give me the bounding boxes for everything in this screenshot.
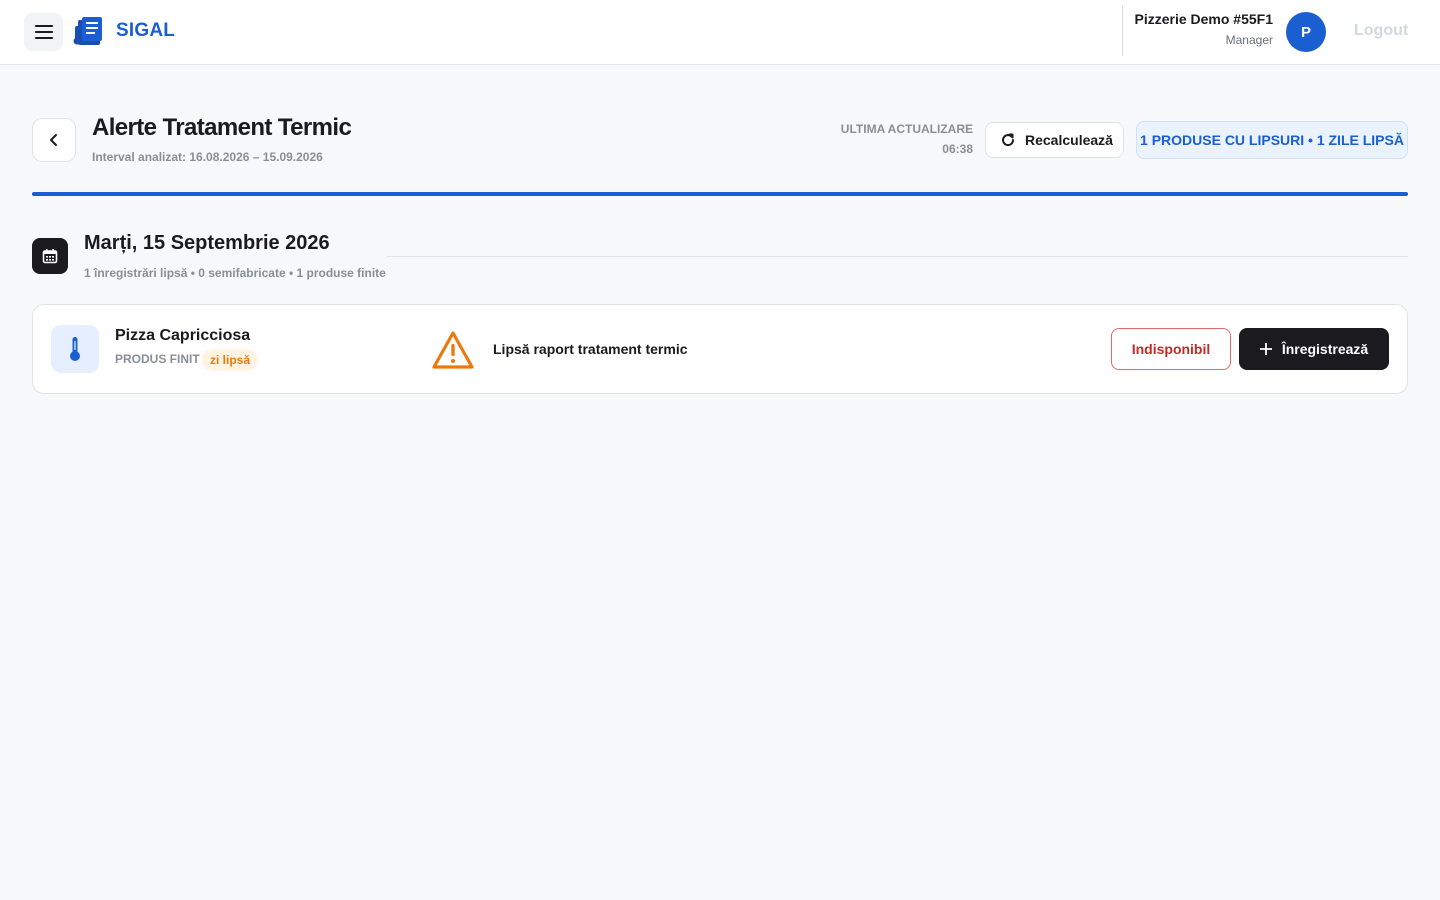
- last-update-label: ULTIMA ACTUALIZARE: [840, 122, 973, 136]
- page-subtitle: Interval analizat: 16.08.2026 – 15.09.20…: [92, 150, 323, 164]
- product-type: PRODUS FINIT: [115, 352, 200, 366]
- refresh-icon: [1002, 133, 1015, 147]
- logout-button[interactable]: Logout: [1354, 22, 1408, 40]
- alert-message: Lipsă raport tratament termic: [493, 341, 688, 357]
- page-title: Alerte Tratament Termic: [92, 114, 352, 141]
- top-bar: SIGAL Pizzerie Demo #55F1 Manager P Logo…: [0, 0, 1440, 65]
- day-title: Marți, 15 Septembrie 2026: [84, 232, 330, 254]
- recalculate-button[interactable]: Recalculează: [985, 122, 1124, 158]
- calendar-icon: [42, 249, 58, 264]
- avatar[interactable]: P: [1286, 12, 1326, 52]
- day-divider: [387, 256, 1408, 257]
- calendar-badge: [32, 238, 68, 274]
- summary-badge: 1 PRODUSE CU LIPSURI • 1 ZILE LIPSĂ: [1136, 121, 1408, 159]
- recalculate-label: Recalculează: [1025, 132, 1113, 148]
- missing-day-tag: zi lipsă: [202, 349, 259, 371]
- brand-name[interactable]: SIGAL: [116, 20, 175, 42]
- product-icon-box: [51, 325, 99, 373]
- org-name: Pizzerie Demo #55F1: [1134, 11, 1273, 27]
- thermometer-icon: [70, 337, 80, 361]
- header-divider: [1122, 6, 1123, 56]
- chevron-left-icon: [50, 134, 57, 146]
- header-accent-rule: [32, 192, 1408, 196]
- hamburger-icon: [34, 25, 53, 39]
- last-update-time: 06:38: [942, 142, 973, 156]
- org-role: Manager: [1225, 33, 1273, 47]
- plus-icon: [1259, 343, 1272, 355]
- product-name: Pizza Capricciosa: [115, 327, 251, 344]
- back-button[interactable]: [32, 118, 76, 162]
- warning-triangle-icon: [432, 331, 474, 369]
- alert-card: Pizza Capricciosa PRODUS FINIT zi lipsă …: [32, 304, 1408, 394]
- register-button[interactable]: Înregistrează: [1239, 328, 1389, 370]
- document-thermometer-icon: [73, 17, 102, 45]
- day-stats: 1 înregistrări lipsă • 0 semifabricate •…: [84, 266, 386, 280]
- unavailable-button[interactable]: Indisponibil: [1111, 328, 1231, 370]
- register-label: Înregistrează: [1281, 341, 1369, 357]
- menu-button[interactable]: [24, 13, 63, 51]
